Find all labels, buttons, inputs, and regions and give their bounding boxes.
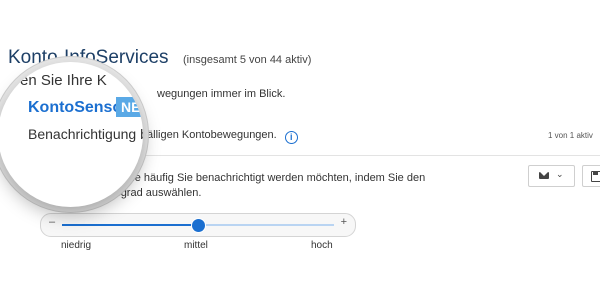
info-icon[interactable]: i (284, 131, 298, 144)
slider-label-low: niedrig (61, 240, 92, 251)
sensitivity-slider[interactable]: – + (40, 213, 356, 237)
magnifier-lens: en Sie Ihre K KontoSensor NEU Benachrich… (0, 62, 143, 207)
active-counter: 1 von 1 aktiv (548, 131, 593, 140)
envelope-icon (539, 172, 549, 179)
magnified-description: Benachrichtigung b (28, 126, 143, 142)
notification-channel-dropdown[interactable]: ⌄ (528, 165, 575, 187)
new-badge: NEU (116, 97, 143, 117)
slider-increase-button[interactable]: + (341, 216, 347, 228)
save-button[interactable] (582, 165, 600, 187)
service-description-text: fälligen Kontobewegungen. (144, 129, 277, 141)
slider-track[interactable] (62, 218, 334, 232)
konto-infoservices-page: Konto-InfoServices (insgesamt 5 von 44 a… (0, 0, 600, 300)
slider-thumb[interactable] (191, 218, 205, 232)
chevron-down-icon: ⌄ (556, 169, 564, 179)
save-icon (591, 171, 600, 182)
slider-label-high: hoch (311, 240, 333, 251)
slider-decrease-button[interactable]: – (49, 216, 55, 228)
service-name: KontoSensor (28, 99, 129, 116)
service-description: fälligen Kontobewegungen. i (144, 129, 298, 144)
slider-track-fill (62, 224, 198, 226)
intro-text-rest: wegungen immer im Blick. (157, 88, 286, 100)
active-count-subtitle: (insgesamt 5 von 44 aktiv) (183, 54, 312, 66)
magnified-intro-text: en Sie Ihre K (20, 72, 107, 89)
slider-label-mid: mittel (184, 240, 208, 251)
